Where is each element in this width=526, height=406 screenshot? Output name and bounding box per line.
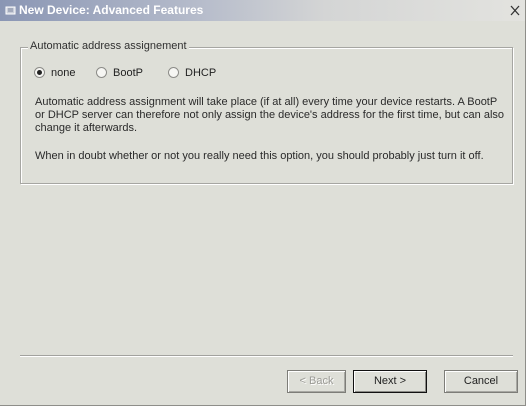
radio-circle[interactable] [168,67,179,78]
description-text: Automatic address assignment will take p… [35,96,505,134]
title-bar[interactable]: New Device: Advanced Features [0,0,525,21]
back-button[interactable]: < Back [287,370,346,393]
button-separator [20,355,513,357]
radio-circle[interactable] [96,67,107,78]
radio-bootp-label: BootP [113,66,143,79]
radio-dot [37,70,42,75]
group-legend: Automatic address assignement [28,40,189,52]
advice-text: When in doubt whether or not you really … [35,150,484,162]
radio-dhcp[interactable]: DHCP [168,66,216,79]
radio-circle-selected[interactable] [34,67,45,78]
radio-bootp[interactable]: BootP [96,66,143,79]
device-app-icon [5,6,16,15]
next-button[interactable]: Next > [353,370,427,393]
window-title: New Device: Advanced Features [19,3,204,17]
radio-dhcp-label: DHCP [185,66,217,79]
close-icon[interactable] [509,4,521,17]
radio-none-label: none [51,66,76,79]
radio-none[interactable]: none [34,66,75,79]
advanced-features-dialog: New Device: Advanced Features Automatic … [0,0,526,406]
cancel-button[interactable]: Cancel [444,370,518,393]
